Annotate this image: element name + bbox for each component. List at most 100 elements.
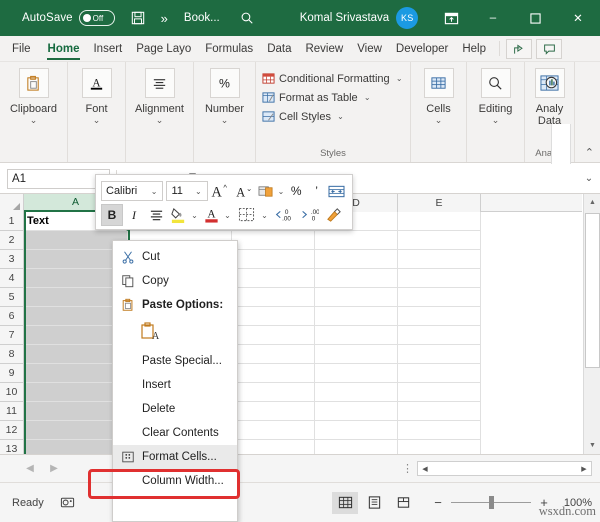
menu-item-paste-special[interactable]: Paste Special... [113, 349, 237, 373]
row-header[interactable]: 8 [0, 345, 24, 364]
chevron-right-icon[interactable]: ▶ [42, 457, 66, 481]
number-button[interactable]: % Number ⌄ [194, 68, 255, 125]
chevron-down-icon[interactable]: ⌄ [335, 112, 346, 121]
tab-page-layout[interactable]: Page Layo [129, 36, 198, 61]
cell-e13[interactable] [398, 440, 481, 454]
accounting-number-format-icon[interactable] [256, 180, 276, 202]
row-header[interactable]: 9 [0, 364, 24, 383]
search-icon[interactable] [238, 8, 256, 28]
cell-d12[interactable] [315, 421, 398, 440]
format-painter-icon[interactable] [322, 204, 344, 226]
percent-style-button[interactable]: % [286, 180, 306, 202]
italic-button[interactable]: I [123, 204, 145, 226]
horizontal-scrollbar[interactable]: ◀ ▶ [417, 461, 592, 476]
increase-decimal-icon[interactable]: 0.00 [270, 204, 296, 226]
user-name-label[interactable]: Komal Srivastava [300, 12, 389, 24]
row-header[interactable]: 7 [0, 326, 24, 345]
row-header[interactable]: 5 [0, 288, 24, 307]
chevron-down-icon[interactable]: ⌄ [492, 116, 500, 125]
zoom-out-button[interactable]: − [430, 495, 446, 510]
editing-button[interactable]: Editing ⌄ [467, 68, 524, 125]
cell-d2[interactable] [315, 231, 398, 250]
conditional-formatting-button[interactable]: Conditional Formatting ⌄ [261, 69, 405, 88]
borders-icon[interactable] [233, 204, 259, 226]
menu-item-cut[interactable]: Cut [113, 245, 237, 269]
cell-d4[interactable] [315, 269, 398, 288]
chevron-down-icon[interactable]: ⌄ [362, 93, 373, 102]
font-button[interactable]: A Font ⌄ [68, 68, 125, 125]
analyze-data-button[interactable]: Analy Data [525, 68, 574, 127]
scroll-down-icon[interactable]: ▼ [584, 437, 600, 454]
cell-styles-button[interactable]: Cell Styles ⌄ [261, 107, 346, 126]
cell-e12[interactable] [398, 421, 481, 440]
menu-item-delete[interactable]: Delete [113, 397, 237, 421]
comma-style-button[interactable]: ’ [306, 180, 326, 202]
cell-e7[interactable] [398, 326, 481, 345]
fill-color-icon[interactable] [167, 204, 189, 226]
menu-item-insert[interactable]: Insert [113, 373, 237, 397]
normal-view-button[interactable] [332, 491, 358, 514]
cell-d9[interactable] [315, 364, 398, 383]
maximize-button[interactable] [514, 0, 556, 36]
share-icon[interactable] [506, 39, 532, 59]
cell-e8[interactable] [398, 345, 481, 364]
paste-values-icon[interactable]: A [139, 321, 161, 346]
select-all-corner[interactable] [0, 194, 24, 212]
horizontal-scrollbar-track[interactable] [432, 462, 577, 475]
avatar[interactable]: KS [396, 7, 419, 29]
cell-c2[interactable] [232, 231, 315, 250]
scroll-right-icon[interactable]: ▶ [577, 462, 591, 475]
tab-home[interactable]: Home [41, 36, 87, 61]
row-header[interactable]: 2 [0, 231, 24, 250]
row-header[interactable]: 3 [0, 250, 24, 269]
vertical-scrollbar[interactable]: ▲ ▼ [583, 194, 600, 454]
page-layout-view-button[interactable] [361, 492, 387, 514]
cell-c12[interactable] [232, 421, 315, 440]
cell-e5[interactable] [398, 288, 481, 307]
chevron-double-right-icon[interactable]: » [161, 11, 168, 26]
ribbon-display-options-icon[interactable] [430, 0, 472, 36]
cell-d13[interactable] [315, 440, 398, 454]
menu-item-copy[interactable]: Copy [113, 269, 237, 293]
tab-file[interactable]: File [0, 36, 41, 61]
tab-view[interactable]: View [350, 36, 389, 61]
cell-d3[interactable] [315, 250, 398, 269]
row-header[interactable]: 4 [0, 269, 24, 288]
bold-button[interactable]: B [101, 204, 123, 226]
vertical-scrollbar-thumb[interactable] [585, 213, 600, 368]
scroll-up-icon[interactable]: ▲ [584, 194, 600, 211]
row-header[interactable]: 1 [0, 212, 24, 231]
alignment-button[interactable]: Alignment ⌄ [126, 68, 193, 125]
chevron-down-icon[interactable]: ⌄ [30, 116, 38, 125]
cell-c11[interactable] [232, 402, 315, 421]
cell-d11[interactable] [315, 402, 398, 421]
close-button[interactable]: ✕ [556, 0, 600, 36]
chevron-down-icon[interactable]: ⌄ [394, 74, 405, 83]
cell-e2[interactable] [398, 231, 481, 250]
cell-d7[interactable] [315, 326, 398, 345]
cell-d10[interactable] [315, 383, 398, 402]
cell-c10[interactable] [232, 383, 315, 402]
chevron-down-icon[interactable]: ⌄ [435, 116, 443, 125]
comments-icon[interactable] [536, 39, 562, 59]
chevron-down-icon[interactable]: ⌄ [259, 211, 270, 220]
tab-data[interactable]: Data [260, 36, 298, 61]
chevron-down-icon[interactable]: ⌄ [93, 116, 101, 125]
cell-c8[interactable] [232, 345, 315, 364]
chevron-left-icon[interactable]: ◀ [18, 457, 42, 481]
format-as-table-button[interactable]: Format as Table ⌄ [261, 88, 373, 107]
cell-e9[interactable] [398, 364, 481, 383]
chevron-down-icon[interactable]: ⌄ [148, 187, 161, 196]
save-icon[interactable] [129, 8, 147, 28]
cell-c13[interactable] [232, 440, 315, 454]
cell-e1[interactable] [398, 212, 481, 231]
row-header[interactable]: 12 [0, 421, 24, 440]
cell-e4[interactable] [398, 269, 481, 288]
menu-item-format-cells[interactable]: Format Cells... [113, 445, 237, 469]
zoom-slider[interactable] [451, 496, 531, 509]
chevron-down-icon[interactable]: ⌄ [221, 116, 229, 125]
decrease-font-size-button[interactable]: A ⌄ [232, 180, 256, 202]
menu-item-column-width[interactable]: Column Width... [113, 469, 237, 493]
cells-button[interactable]: Cells ⌄ [411, 68, 466, 125]
tab-insert[interactable]: Insert [86, 36, 129, 61]
